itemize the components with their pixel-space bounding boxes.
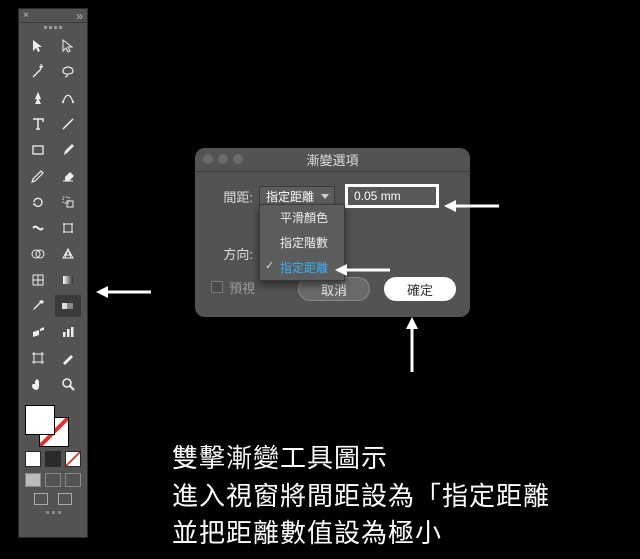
rectangle-tool[interactable] (25, 139, 51, 161)
selection-tool[interactable] (25, 35, 51, 57)
traffic-close[interactable] (203, 154, 213, 164)
column-graph-tool[interactable] (55, 321, 81, 343)
lasso-tool[interactable] (55, 61, 81, 83)
caption-line-2: 進入視窗將間距設為「指定距離 (172, 481, 550, 511)
color-swatches (19, 399, 87, 473)
paintbrush-tool[interactable] (55, 139, 81, 161)
arrow-to-blend-tool (96, 282, 151, 302)
ok-button[interactable]: 確定 (384, 277, 456, 301)
color-mode-solid[interactable] (25, 451, 41, 467)
color-mode-none[interactable] (65, 451, 81, 467)
pen-tool[interactable] (25, 87, 51, 109)
spacing-value-input[interactable]: 0.05 mm (345, 184, 439, 208)
eraser-tool[interactable] (55, 165, 81, 187)
screen-mode-group (19, 493, 87, 511)
rotate-tool[interactable] (25, 191, 51, 213)
direction-row: 方向: (209, 244, 456, 263)
dialog-title-text: 漸變選項 (306, 150, 358, 169)
panel-grip[interactable] (19, 23, 87, 31)
magic-wand-tool[interactable] (25, 61, 51, 83)
dd-option-smooth[interactable]: 平滑顏色 (260, 205, 344, 230)
curvature-pen-tool[interactable] (55, 87, 81, 109)
preview-label: 預視 (229, 278, 255, 297)
dialog-titlebar: 漸變選項 (195, 148, 470, 172)
gradient-tool[interactable] (55, 269, 81, 291)
draw-inside[interactable] (65, 473, 81, 487)
spacing-select[interactable]: 指定距離 (259, 186, 335, 206)
panel-menu-icon[interactable]: » (76, 11, 83, 21)
slice-tool[interactable] (55, 347, 81, 369)
shaper-tool[interactable] (25, 165, 51, 187)
edit-toolbar-icon[interactable] (19, 511, 87, 518)
blend-options-dialog: 漸變選項 間距: 指定距離 0.05 mm 平滑顏色 指定階數 指定距離 方向:… (195, 148, 470, 317)
scale-tool[interactable] (55, 191, 81, 213)
direction-label: 方向: (209, 244, 253, 263)
symbol-sprayer-tool[interactable] (25, 321, 51, 343)
mesh-tool[interactable] (25, 269, 51, 291)
traffic-min[interactable] (218, 154, 228, 164)
window-traffic-lights[interactable] (203, 154, 243, 164)
spacing-value-text: 0.05 mm (354, 189, 401, 203)
spacing-label: 間距: (209, 187, 253, 206)
free-transform-tool[interactable] (55, 217, 81, 239)
screen-mode-full[interactable] (58, 493, 72, 505)
blend-tool[interactable] (55, 295, 81, 317)
hand-tool[interactable] (25, 373, 51, 395)
traffic-zoom[interactable] (233, 154, 243, 164)
tool-grid (19, 31, 87, 399)
spacing-dropdown: 平滑顏色 指定階數 指定距離 (259, 204, 345, 281)
spacing-row: 間距: 指定距離 0.05 mm 平滑顏色 指定階數 指定距離 (209, 184, 456, 208)
preview-checkbox[interactable] (211, 281, 223, 293)
fill-swatch[interactable] (25, 405, 55, 435)
color-mode-gradient[interactable] (45, 451, 61, 467)
caption-line-1: 雙擊漸變工具圖示 (172, 443, 388, 473)
direct-selection-tool[interactable] (55, 35, 81, 57)
line-segment-tool[interactable] (55, 113, 81, 135)
type-tool[interactable] (25, 113, 51, 135)
arrow-to-ok-button (402, 317, 422, 372)
fill-stroke-swatch[interactable] (25, 405, 71, 445)
zoom-tool[interactable] (55, 373, 81, 395)
width-tool[interactable] (25, 217, 51, 239)
screen-mode-normal[interactable] (34, 493, 48, 505)
artboard-tool[interactable] (25, 347, 51, 369)
draw-behind[interactable] (45, 473, 61, 487)
spacing-select-value: 指定距離 (266, 188, 314, 205)
tools-panel: × » (18, 8, 88, 538)
caption-line-3: 並把距離數值設為極小 (172, 518, 442, 548)
draw-normal[interactable] (25, 473, 41, 487)
panel-close-icon[interactable]: × (23, 11, 29, 21)
perspective-grid-tool[interactable] (55, 243, 81, 265)
instruction-caption: 雙擊漸變工具圖示 進入視窗將間距設為「指定距離 並把距離數值設為極小 (172, 440, 550, 553)
draw-mode-group (19, 473, 87, 493)
shape-builder-tool[interactable] (25, 243, 51, 265)
eyedropper-tool[interactable] (25, 295, 51, 317)
tools-panel-header: × » (19, 9, 87, 23)
